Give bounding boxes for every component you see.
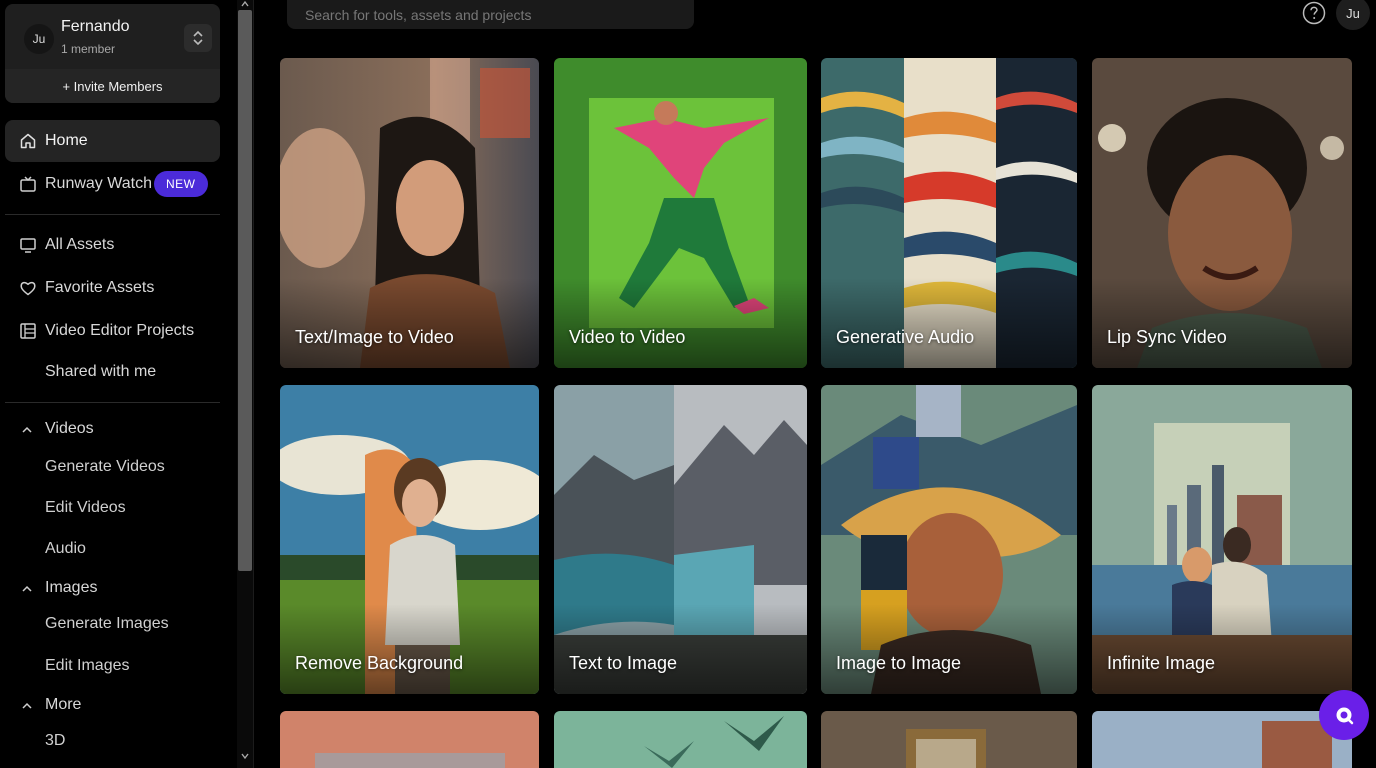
sidebar-item-3d[interactable]: 3D xyxy=(45,732,65,750)
sidebar-scrollbar[interactable] xyxy=(237,0,254,768)
team-avatar: Ju xyxy=(24,24,54,54)
chevron-up-icon xyxy=(22,585,32,592)
card-shade xyxy=(1092,278,1352,368)
divider xyxy=(5,214,220,215)
card-shade xyxy=(554,278,807,368)
team-member-count: 1 member xyxy=(61,42,116,56)
section-videos-toggle[interactable]: Videos xyxy=(5,414,220,446)
chevron-up-down-icon xyxy=(193,30,203,46)
tool-card-image-to-image[interactable]: Image to Image xyxy=(821,385,1077,694)
card-thumbnail-building xyxy=(1092,711,1352,768)
sidebar-item-label: Favorite Assets xyxy=(45,279,155,296)
card-shade xyxy=(1092,604,1352,694)
scroll-up-arrow-icon[interactable] xyxy=(240,0,250,8)
card-shade xyxy=(821,278,1077,368)
sidebar: Ju Fernando 1 member + Invite Members Ho… xyxy=(0,0,236,768)
user-avatar[interactable]: Ju xyxy=(1336,0,1370,30)
card-label: Text/Image to Video xyxy=(295,327,454,347)
sidebar-item-audio[interactable]: Audio xyxy=(45,540,86,558)
scrollbar-thumb[interactable] xyxy=(238,10,252,571)
card-thumbnail-birds xyxy=(554,711,807,768)
sidebar-item-label: All Assets xyxy=(45,236,115,253)
sidebar-item-favorite-assets[interactable]: Favorite Assets xyxy=(5,267,220,309)
card-label: Remove Background xyxy=(295,653,464,673)
sidebar-item-generate-images[interactable]: Generate Images xyxy=(45,615,169,633)
card-label: Video to Video xyxy=(569,327,686,347)
section-more-toggle[interactable]: More xyxy=(5,690,220,722)
chat-bubble-icon xyxy=(1336,707,1354,725)
tool-card-row3-4[interactable] xyxy=(1092,711,1352,768)
tool-card-text-to-image[interactable]: Text to Image xyxy=(554,385,807,694)
card-shade xyxy=(554,604,807,694)
card-label: Text to Image xyxy=(569,653,678,673)
sidebar-item-label: Runway Watch xyxy=(45,175,152,192)
tool-card-remove-background[interactable]: Remove Background xyxy=(280,385,539,694)
card-shade xyxy=(280,278,539,368)
help-chat-button[interactable] xyxy=(1319,690,1369,740)
team-switcher-header[interactable]: Ju Fernando 1 member xyxy=(5,4,220,68)
tool-card-text-image-to-video[interactable]: Text/Image to Video xyxy=(280,58,539,368)
new-badge: NEW xyxy=(154,171,208,197)
tool-card-lip-sync-video[interactable]: Lip Sync Video xyxy=(1092,58,1352,368)
sidebar-item-label: Home xyxy=(45,132,88,149)
card-label: Lip Sync Video xyxy=(1107,327,1227,347)
card-shade xyxy=(280,604,539,694)
search-placeholder: Search for tools, assets and projects xyxy=(305,6,532,23)
card-label: Image to Image xyxy=(836,653,962,673)
section-images-toggle[interactable]: Images xyxy=(5,573,220,605)
chevron-up-icon xyxy=(22,702,32,709)
editor-timeline-icon xyxy=(20,323,36,339)
tv-icon xyxy=(20,176,36,192)
card-shade xyxy=(821,604,1077,694)
scroll-down-arrow-icon[interactable] xyxy=(240,752,250,760)
tool-card-video-to-video[interactable]: Video to Video xyxy=(554,58,807,368)
monitor-icon xyxy=(20,238,36,253)
sidebar-item-edit-images[interactable]: Edit Images xyxy=(45,657,129,675)
sidebar-item-video-editor-projects[interactable]: Video Editor Projects xyxy=(5,310,220,352)
card-thumbnail-sunset xyxy=(280,711,539,768)
card-thumbnail-room xyxy=(821,711,1077,768)
section-label: Images xyxy=(45,579,98,596)
help-icon[interactable] xyxy=(1302,1,1326,25)
tool-card-row3-3[interactable] xyxy=(821,711,1077,768)
sidebar-item-label: Video Editor Projects xyxy=(45,322,195,339)
team-switch-button[interactable] xyxy=(184,24,212,52)
tool-card-row3-1[interactable] xyxy=(280,711,539,768)
sidebar-item-all-assets[interactable]: All Assets xyxy=(5,224,220,266)
sidebar-item-label: Shared with me xyxy=(45,363,157,380)
team-switcher: Ju Fernando 1 member + Invite Members xyxy=(5,4,220,103)
chevron-up-icon xyxy=(22,426,32,433)
search-input[interactable]: Search for tools, assets and projects xyxy=(287,0,694,29)
tool-card-generative-audio[interactable]: Generative Audio xyxy=(821,58,1077,368)
tool-card-row3-2[interactable] xyxy=(554,711,807,768)
sidebar-item-home[interactable]: Home xyxy=(5,120,220,162)
sidebar-item-shared-with-me[interactable]: Shared with me xyxy=(5,351,220,393)
heart-icon xyxy=(20,281,36,296)
section-label: More xyxy=(45,696,82,713)
invite-members-button[interactable]: + Invite Members xyxy=(5,69,220,103)
sidebar-item-generate-videos[interactable]: Generate Videos xyxy=(45,458,165,476)
sidebar-item-edit-videos[interactable]: Edit Videos xyxy=(45,499,126,517)
sidebar-item-runway-watch[interactable]: Runway Watch NEW xyxy=(5,163,220,205)
team-name: Fernando xyxy=(61,18,130,35)
home-icon xyxy=(20,133,36,149)
section-label: Videos xyxy=(45,420,94,437)
tool-card-infinite-image[interactable]: Infinite Image xyxy=(1092,385,1352,694)
divider xyxy=(5,402,220,403)
card-label: Infinite Image xyxy=(1107,653,1216,673)
card-label: Generative Audio xyxy=(836,327,975,347)
